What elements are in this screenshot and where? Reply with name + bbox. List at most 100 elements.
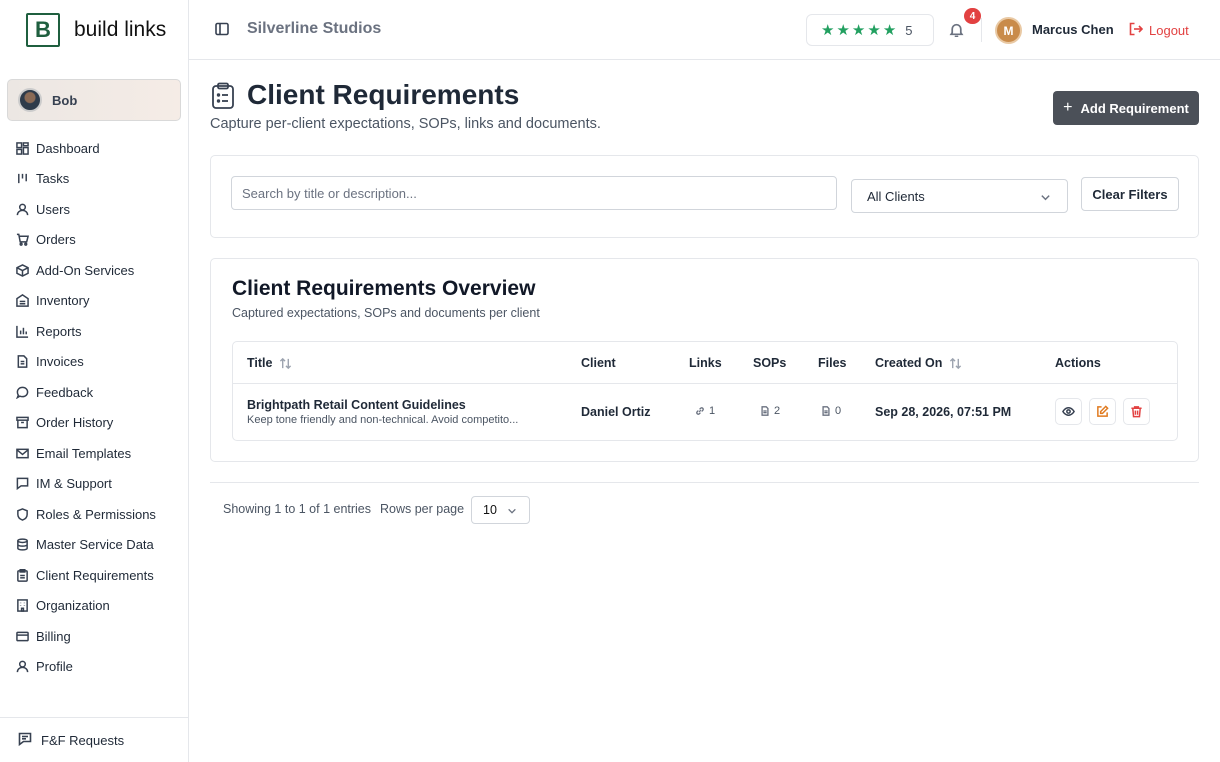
sidebar-item-reports[interactable]: Reports [0,316,189,347]
cart-icon [16,233,29,247]
row-sops: 2 [760,405,780,417]
row-files: 0 [821,405,841,417]
sidebar-item-label: Reports [36,323,82,339]
rows-per-page-select[interactable]: 10 [471,496,530,524]
logout-icon [1129,22,1149,39]
sidebar-item-dashboard[interactable]: Dashboard [0,133,189,164]
sidebar-toggle-icon[interactable] [215,22,229,36]
search-input[interactable] [231,176,837,210]
header-divider [981,18,982,42]
sidebar-item-label: Orders [36,232,76,248]
chat-bubble-icon [16,386,29,399]
sidebar-item-label: Roles & Permissions [36,506,156,522]
sidebar-item-orders[interactable]: Orders [0,225,189,256]
column-label: Title [247,356,273,370]
sidebar-item-label: F&F Requests [41,732,125,748]
star-icon: ★ [836,22,850,39]
sidebar-item-feedback[interactable]: Feedback [0,377,189,408]
sidebar-item-im-support[interactable]: IM & Support [0,469,189,500]
delete-button[interactable] [1123,398,1150,425]
sops-count: 2 [774,405,781,417]
page-subtitle: Capture per-client expectations, SOPs, l… [210,116,601,132]
logout-button[interactable]: Logout [1129,22,1189,39]
sidebar-item-master-service-data[interactable]: Master Service Data [0,530,189,561]
star-icon: ★ [821,22,835,39]
pagination-summary: Showing 1 to 1 of 1 entries [223,502,372,516]
requirements-table: Title Client Links SOPs Files Created On… [232,341,1178,441]
links-count: 1 [709,405,716,417]
chevron-down-icon [508,508,516,514]
sidebar-item-email-templates[interactable]: Email Templates [0,438,189,469]
inventory-icon [16,294,29,308]
overview-title: Client Requirements Overview [232,277,536,300]
sidebar-item-inventory[interactable]: Inventory [0,286,189,317]
file-icon [822,406,830,416]
user-card[interactable]: Bob [7,79,181,121]
files-count: 0 [835,405,842,417]
row-title[interactable]: Brightpath Retail Content Guidelines [247,398,466,412]
sidebar-item-order-history[interactable]: Order History [0,408,189,439]
dashboard-icon [16,141,29,155]
credit-card-icon [16,630,29,643]
sidebar-item-roles-permissions[interactable]: Roles & Permissions [0,499,189,530]
sidebar-item-profile[interactable]: Profile [0,652,189,683]
sidebar-item-label: Profile [36,659,73,675]
sidebar-item-label: Billing [36,628,71,644]
plus-icon: + [1063,99,1073,116]
bar-chart-icon [16,325,29,338]
sidebar-item-label: Order History [36,415,114,431]
sidebar-item-label: Add-On Services [36,262,135,278]
database-icon [16,538,29,551]
column-header-created-on[interactable]: Created On [875,356,962,370]
edit-button[interactable] [1089,398,1116,425]
sidebar-item-label: Tasks [36,171,70,187]
overview-subtitle: Captured expectations, SOPs and document… [232,306,540,320]
clipboard-icon [211,82,235,110]
overview-card: Client Requirements Overview Captured ex… [210,258,1199,462]
building-icon [16,599,29,613]
sidebar: B build links Bob Dashboard Tasks Users … [0,0,189,762]
sidebar-item-label: Users [36,201,70,217]
add-requirement-label: Add Requirement [1080,100,1189,116]
column-header-files: Files [818,356,847,370]
rating-badge[interactable]: ★ ★ ★ ★ ★ 5 [806,14,934,46]
sidebar-item-billing[interactable]: Billing [0,621,189,652]
sidebar-item-tasks[interactable]: Tasks [0,164,189,195]
document-icon [761,406,769,416]
rows-per-page-value: 10 [483,503,497,517]
client-select[interactable]: All Clients [851,179,1068,213]
sidebar-item-label: Email Templates [36,445,132,461]
clear-filters-button[interactable]: Clear Filters [1081,177,1179,211]
archive-icon [16,416,29,429]
page-title: Client Requirements [247,79,520,110]
header-user-name[interactable]: Marcus Chen [1032,22,1114,37]
filter-card: All Clients Clear Filters [210,155,1199,238]
column-header-actions: Actions [1055,356,1101,370]
table-divider [233,383,1177,384]
user-icon [16,203,29,216]
organization-name: Silverline Studios [247,20,382,37]
column-header-sops: SOPs [753,356,787,370]
view-button[interactable] [1055,398,1082,425]
column-header-title[interactable]: Title [247,356,292,370]
pagination-divider [210,482,1199,483]
logout-label: Logout [1149,23,1189,38]
sort-icon [280,357,292,369]
link-icon [696,407,704,415]
sidebar-item-add-on-services[interactable]: Add-On Services [0,255,189,286]
brand-logo-mark: B [26,13,60,47]
sort-icon [950,357,962,369]
trash-icon [1131,406,1142,418]
invoice-icon [16,355,29,369]
clipboard-icon [16,568,29,582]
sidebar-item-invoices[interactable]: Invoices [0,347,189,378]
bell-icon[interactable] [949,22,965,38]
sidebar-item-client-requirements[interactable]: Client Requirements [0,560,189,591]
avatar[interactable]: M [995,17,1022,44]
sidebar-item-organization[interactable]: Organization [0,591,189,622]
sidebar-item-users[interactable]: Users [0,194,189,225]
add-requirement-button[interactable]: + Add Requirement [1053,91,1199,125]
brand-logo[interactable]: B build links [0,0,188,60]
sidebar-item-ff-requests[interactable]: F&F Requests [0,717,189,762]
row-links: 1 [695,405,715,417]
